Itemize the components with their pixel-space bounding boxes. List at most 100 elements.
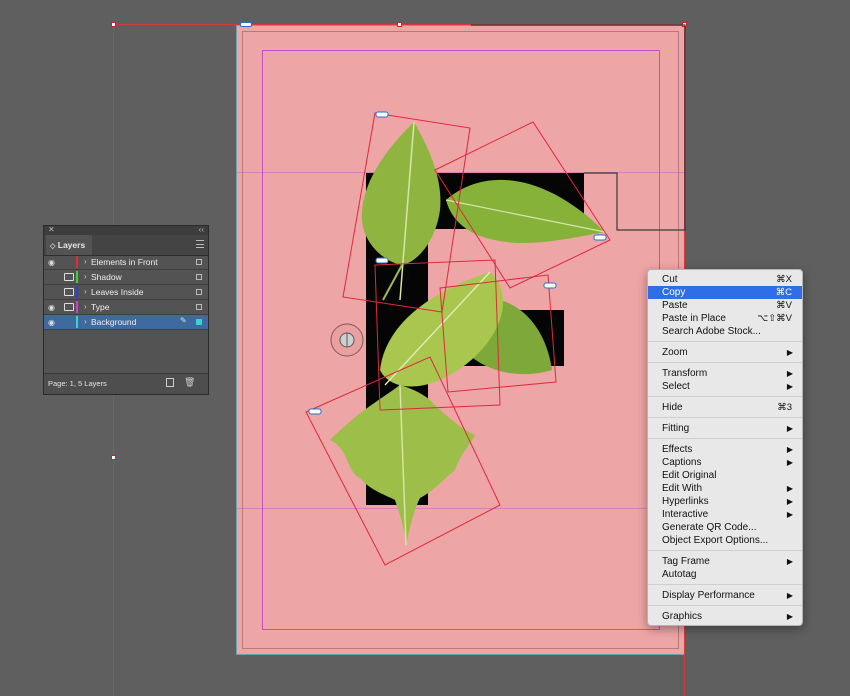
- menu-item-label: Paste in Place: [662, 313, 726, 324]
- menu-item-transform[interactable]: Transform ▶: [648, 367, 802, 380]
- lock-icon[interactable]: [64, 303, 74, 311]
- lock-icon[interactable]: [64, 273, 74, 281]
- context-menu[interactable]: Cut ⌘X Copy ⌘C Paste ⌘V Paste in Place ⌥⇧⌘V Sear…: [647, 269, 803, 626]
- menu-item-paste-in-place[interactable]: Paste in Place ⌥⇧⌘V: [648, 312, 802, 325]
- menu-item-edit-with[interactable]: Edit With ▶: [648, 482, 802, 495]
- layer-name: Shadow: [91, 272, 122, 282]
- menu-item-label: Paste: [662, 300, 688, 311]
- menu-item-label: Object Export Options...: [662, 535, 769, 546]
- triangle-right-icon: ▶: [786, 591, 793, 600]
- menu-item-label: Cut: [662, 274, 678, 285]
- menu-item-search-adobe-stock[interactable]: Search Adobe Stock...: [648, 325, 802, 338]
- eye-icon[interactable]: ◉: [48, 318, 58, 327]
- menu-separator: [648, 605, 802, 606]
- layer-target-square[interactable]: [196, 274, 202, 280]
- layer-target-square[interactable]: [196, 319, 202, 325]
- menu-item-zoom[interactable]: Zoom ▶: [648, 346, 802, 359]
- triangle-right-icon: ▶: [786, 382, 793, 391]
- close-icon[interactable]: ✕: [48, 225, 55, 234]
- eye-icon[interactable]: ◉: [48, 303, 58, 312]
- menu-item-label: Copy: [662, 287, 686, 298]
- layer-target-square[interactable]: [196, 304, 202, 310]
- menu-item-label: Transform: [662, 368, 708, 379]
- menu-item-interactive[interactable]: Interactive ▶: [648, 508, 802, 521]
- menu-item-label: Effects: [662, 444, 693, 455]
- menu-item-label: Interactive: [662, 509, 709, 520]
- menu-item-label: Edit Original: [662, 470, 717, 481]
- pen-icon: ✎: [180, 316, 187, 325]
- menu-item-graphics[interactable]: Graphics ▶: [648, 610, 802, 623]
- menu-item-copy[interactable]: Copy ⌘C: [648, 286, 802, 299]
- chevron-right-icon[interactable]: ›: [84, 257, 87, 266]
- content-grabber: [543, 282, 557, 289]
- menu-item-display-performance[interactable]: Display Performance ▶: [648, 589, 802, 602]
- tab-layers[interactable]: ◇ Layers: [46, 235, 92, 255]
- trash-icon[interactable]: 🗑: [184, 377, 195, 388]
- menu-item-label: Tag Frame: [662, 556, 710, 567]
- content-grabber: [375, 257, 389, 264]
- menu-item-fitting[interactable]: Fitting ▶: [648, 422, 802, 435]
- menu-item-paste[interactable]: Paste ⌘V: [648, 299, 802, 312]
- menu-separator: [648, 417, 802, 418]
- lock-icon[interactable]: [64, 258, 72, 264]
- eye-icon[interactable]: ◉: [48, 258, 58, 267]
- layer-color-swatch: [76, 316, 78, 328]
- panel-titlebar[interactable]: ✕ ‹‹: [44, 225, 208, 235]
- layer-color-swatch: [76, 256, 78, 268]
- layer-name: Type: [91, 302, 110, 312]
- lock-icon[interactable]: [64, 288, 74, 296]
- layer-row[interactable]: ◉›Shadow: [44, 270, 208, 285]
- layer-row[interactable]: ◉ › Elements in Front: [44, 255, 208, 270]
- menu-item-select[interactable]: Select ▶: [648, 380, 802, 393]
- layer-target-square[interactable]: [196, 289, 202, 295]
- triangle-right-icon: ▶: [786, 458, 793, 467]
- menu-separator: [648, 341, 802, 342]
- menu-item-shortcut: ⌘V: [776, 300, 792, 311]
- menu-item-effects[interactable]: Effects ▶: [648, 443, 802, 456]
- menu-item-autotag[interactable]: Autotag: [648, 568, 802, 581]
- layer-row[interactable]: ◉›Leaves Inside: [44, 285, 208, 300]
- panel-tabbar: ◇ Layers: [44, 235, 208, 256]
- layer-target-square[interactable]: [196, 259, 202, 265]
- menu-item-captions[interactable]: Captions ▶: [648, 456, 802, 469]
- menu-item-shortcut: ⌘C: [775, 287, 792, 298]
- menu-item-label: Edit With: [662, 483, 703, 494]
- menu-item-label: Search Adobe Stock...: [662, 326, 761, 337]
- menu-item-tag-frame[interactable]: Tag Frame ▶: [648, 555, 802, 568]
- menu-item-shortcut: ⌥⇧⌘V: [757, 313, 792, 324]
- menu-item-label: Hide: [662, 402, 683, 413]
- hamburger-icon[interactable]: [196, 240, 204, 248]
- layer-row[interactable]: ◉ › Background ✎: [44, 315, 208, 330]
- layer-color-swatch: [76, 271, 78, 283]
- new-layer-icon[interactable]: [166, 378, 174, 387]
- collapse-icon[interactable]: ‹‹: [199, 225, 204, 234]
- chevron-right-icon[interactable]: ›: [84, 287, 87, 296]
- layer-row[interactable]: ◉ › Type: [44, 300, 208, 315]
- menu-item-label: Autotag: [662, 569, 697, 580]
- menu-item-label: Fitting: [662, 423, 690, 434]
- menu-item-hide[interactable]: Hide ⌘3: [648, 401, 802, 414]
- tab-grip-icon: ◇: [50, 243, 56, 250]
- menu-item-edit-original[interactable]: Edit Original: [648, 469, 802, 482]
- triangle-right-icon: ▶: [786, 612, 793, 621]
- triangle-right-icon: ▶: [786, 497, 793, 506]
- page-layer-status: Page: 1, 5 Layers: [48, 379, 107, 388]
- chevron-right-icon[interactable]: ›: [84, 272, 87, 281]
- chevron-right-icon[interactable]: ›: [84, 302, 87, 311]
- menu-separator: [648, 362, 802, 363]
- menu-item-label: Captions: [662, 457, 702, 468]
- layer-name: Leaves Inside: [91, 287, 144, 297]
- menu-item-shortcut: ⌘3: [777, 402, 792, 413]
- menu-item-object-export-options[interactable]: Object Export Options...: [648, 534, 802, 547]
- triangle-right-icon: ▶: [786, 369, 793, 378]
- layers-panel[interactable]: ✕ ‹‹ ◇ Layers Page: 1, 5 Layers 🗑 ◉ › Elem…: [43, 225, 209, 395]
- menu-item-hyperlinks[interactable]: Hyperlinks ▶: [648, 495, 802, 508]
- layer-name: Elements in Front: [91, 257, 158, 267]
- chevron-right-icon[interactable]: ›: [84, 317, 87, 326]
- menu-item-cut[interactable]: Cut ⌘X: [648, 273, 802, 286]
- menu-item-generate-qr-code[interactable]: Generate QR Code...: [648, 521, 802, 534]
- menu-separator: [648, 438, 802, 439]
- triangle-right-icon: ▶: [786, 557, 793, 566]
- menu-item-label: Hyperlinks: [662, 496, 709, 507]
- lock-icon[interactable]: [64, 318, 72, 324]
